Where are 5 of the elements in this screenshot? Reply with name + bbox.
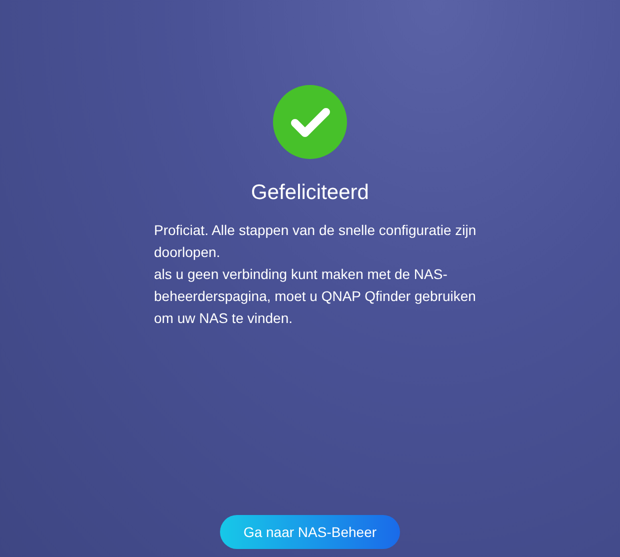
message-text: als u geen verbinding kunt maken met de NAS-beheerderspagina, moet u QNAP Qfinder gebruiken om uw NAS te vinden. [154, 265, 477, 328]
message-text: Proficiat. Alle stappen van de snelle configuratie zijn doorlopen. [154, 221, 478, 262]
success-title: Gefeliciteerd [251, 180, 369, 206]
go-to-nas-button[interactable]: Ga naar NAS-Beheer [220, 515, 400, 549]
success-check-icon [273, 85, 347, 159]
